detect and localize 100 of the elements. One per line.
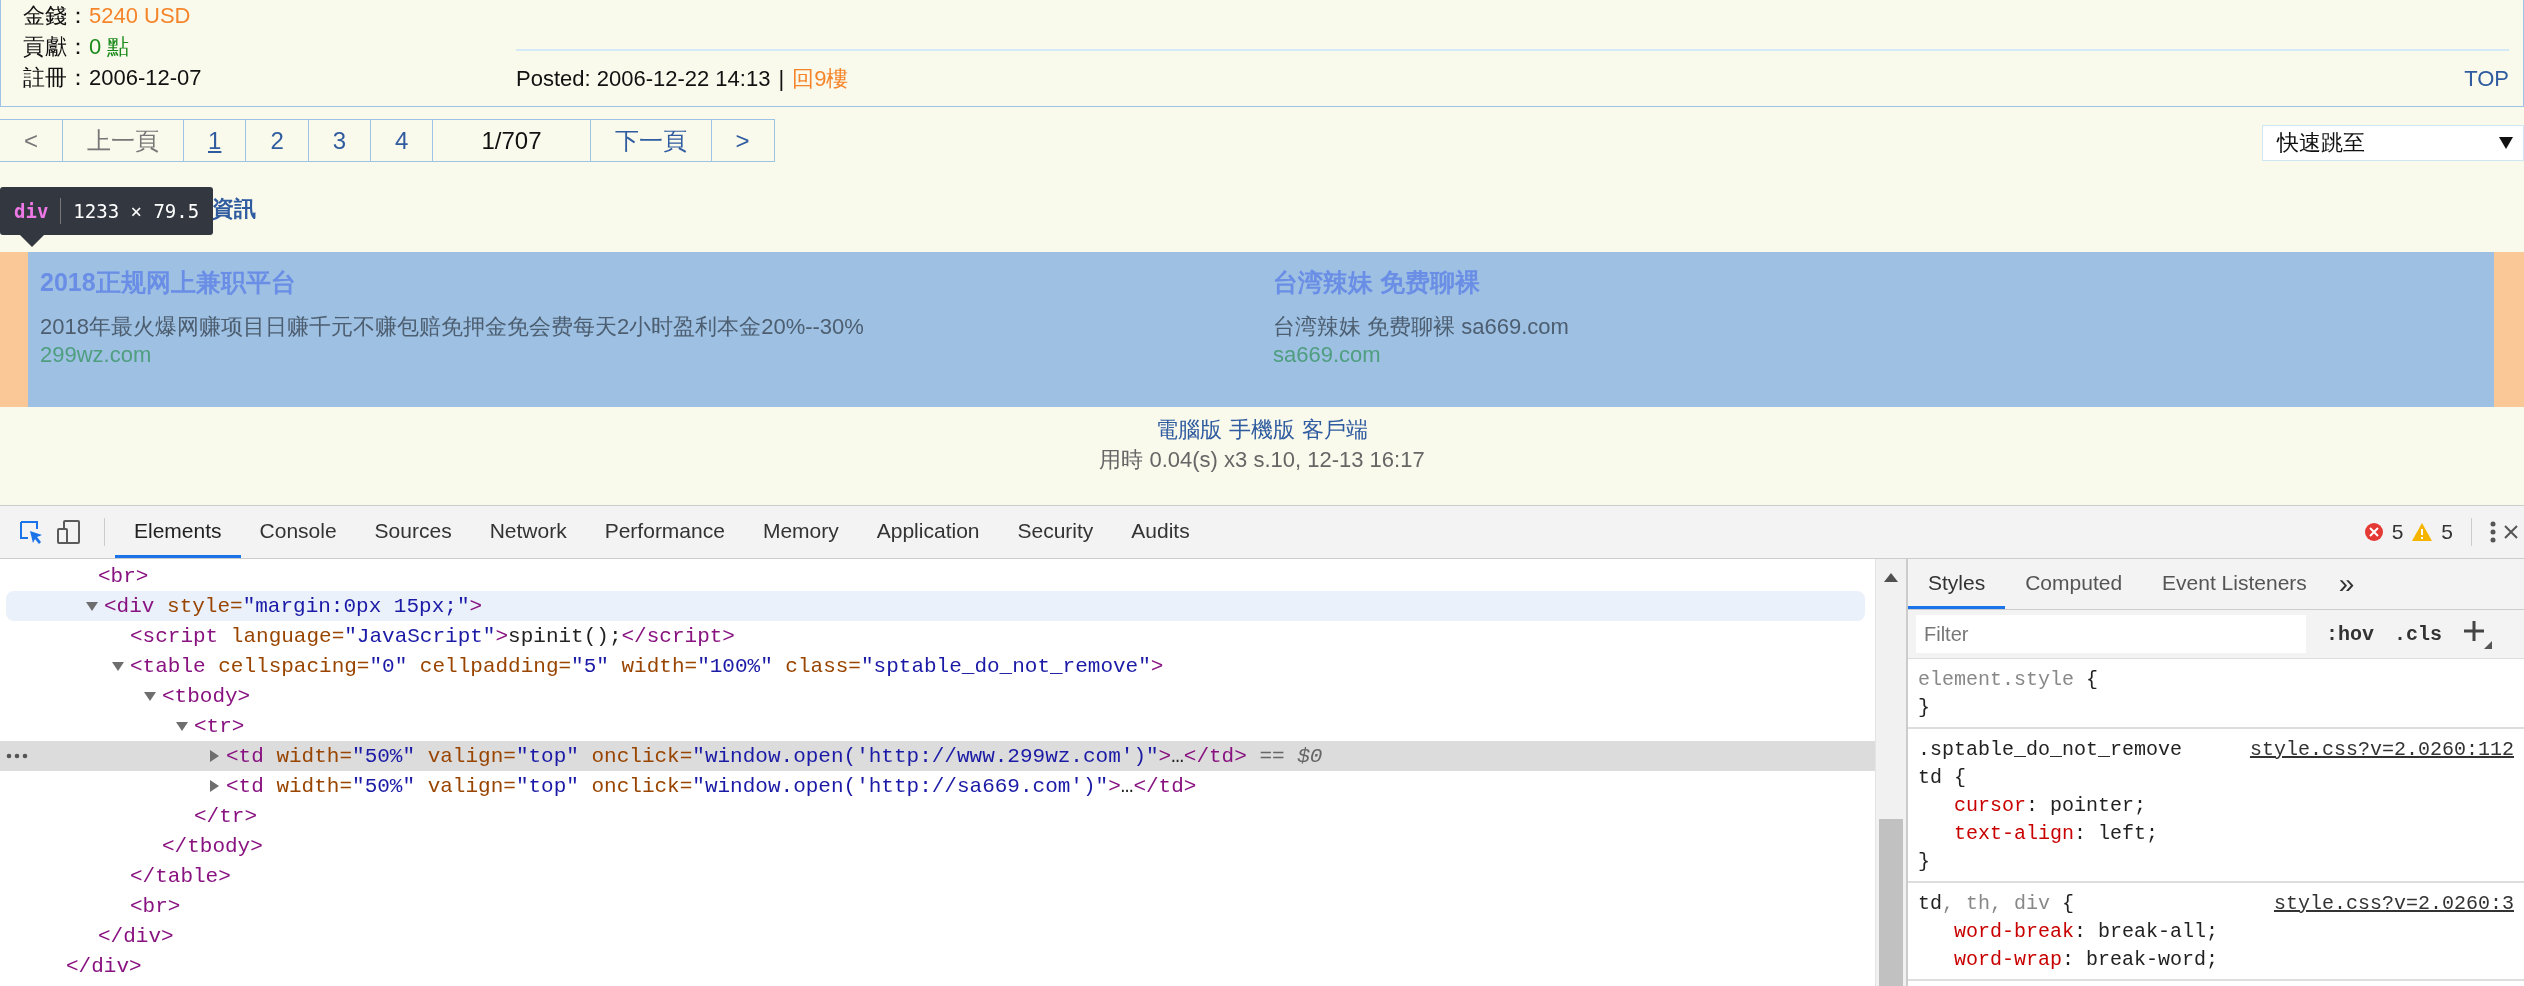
add-rule-icon[interactable] [2462,619,2493,649]
dom-tree-row[interactable]: <td width="50%" valign="top" onclick="window.open('http://www.299wz.com')">…</td> == $0 [0,741,1875,771]
page-link[interactable]: 4 [370,119,434,162]
ellipsis-icon[interactable] [6,753,28,759]
dom-tree-row[interactable]: <td width="50%" valign="top" onclick="window.open('http://sa669.com')">…</td> [0,771,1865,801]
expand-triangle-icon[interactable] [144,690,156,702]
pager-nav-link[interactable]: 下一頁 [589,119,712,162]
css-declaration: text-align: left; [1953,820,2160,847]
page-count[interactable]: 1/707 [432,119,591,162]
footer-link[interactable]: 電腦版 [1156,415,1222,445]
css-declaration: word-break: break-all; [1953,918,2220,945]
info-value: 5240 USD [89,2,191,30]
devtools-tab[interactable]: Security [998,506,1113,558]
quick-jump-select[interactable]: 快速跳至 [2262,125,2524,161]
info-label: 註冊： [23,64,89,92]
filter-field[interactable]: Filter [1916,615,2306,653]
dom-node-line: </tr> [194,804,257,828]
more-tabs-button[interactable]: » [2326,559,2367,609]
css-declaration: cursor: pointer; [1953,792,2148,819]
devtools-tab[interactable]: Audits [1112,506,1209,558]
ad-description: 2018年最火爆网赚项目日赚千元不赚包赔免押金免会费每天2小时盈利本金20%--30% [40,313,864,341]
page-link[interactable]: 3 [307,119,372,162]
tooltip-tag: div [14,200,49,222]
devtools-tab[interactable]: Application [857,506,999,558]
pager-nav-link[interactable]: > [710,119,775,162]
dom-tree-row[interactable]: <tr> [0,711,1865,741]
dom-node-line: </div> [66,954,142,978]
section-heading: 資訊 [212,195,256,223]
css-selector: td { [1918,765,1966,789]
styles-tab[interactable]: Computed [2005,559,2143,609]
separator-text: | [778,65,785,92]
dom-node-line: <br> [130,894,181,918]
css-selector: .sptable_do_not_remove [1918,737,2183,761]
dom-tree-row[interactable]: </div> [0,921,1865,951]
dom-tree-row[interactable]: <br> [0,561,1865,591]
close-icon[interactable] [2504,524,2518,540]
closing-brace: } [1918,695,1930,719]
scroll-up-icon[interactable] [1884,573,1898,582]
devtools-tab[interactable]: Sources [355,506,471,558]
inspect-element-icon[interactable] [18,519,44,545]
dom-tree-row[interactable]: <table cellspacing="0" cellpadding="5" width="100%" class="sptable_do_not_remove"> [0,651,1865,681]
expand-triangle-icon[interactable] [208,780,220,792]
devtools-tab[interactable]: Network [470,506,586,558]
warning-count[interactable]: 5 [2441,520,2453,544]
more-options-icon[interactable] [2490,521,2496,543]
dom-tree-row[interactable]: <div style="margin:0px 15px;"> [6,591,1865,621]
hover-state-toggle[interactable]: :hov [2326,622,2374,646]
devtools-tab[interactable]: Elements [115,506,241,558]
dom-node-line: </tbody> [162,834,263,858]
scrollbar[interactable] [1875,559,1906,986]
dropdown-caret-icon [2499,137,2513,149]
dom-tree-row[interactable]: </tbody> [0,831,1865,861]
dom-tree-row[interactable]: <script language="JavaScript">spinit();</script> [0,621,1865,651]
ad-description: 台湾辣妹 免费聊裸 sa669.com [1273,313,1569,341]
dom-node-line: <tr> [194,714,245,738]
expand-triangle-icon[interactable] [86,600,98,612]
dom-tree-row[interactable]: </table> [0,861,1865,891]
footer-link[interactable]: 手機版 [1229,415,1295,445]
expand-triangle-icon[interactable] [112,660,124,672]
tooltip-size: 1233 × 79.5 [73,200,200,222]
closing-brace: } [1918,849,1930,873]
info-value: 0 點 [89,33,130,61]
footer-link[interactable]: 客戶端 [1302,415,1368,445]
top-link[interactable]: TOP [2464,65,2509,92]
css-declaration: word-wrap: break-word; [1953,946,2220,973]
dom-node-line: <br> [98,564,149,588]
expand-triangle-icon[interactable] [176,720,188,732]
page-link[interactable]: 1 [183,119,247,162]
error-count[interactable]: 5 [2391,520,2404,544]
dom-tree-row[interactable]: </tr> [0,801,1865,831]
dom-node-line: <td width="50%" valign="top" onclick="window.open('http://sa669.com')">…</td> [226,774,1197,798]
dom-node-line: <script language="JavaScript">spinit();</script> [130,624,735,648]
dom-tree-row[interactable]: <br> [0,891,1865,921]
info-label: 貢獻： [23,33,89,61]
error-icon [2363,522,2384,542]
devtools-tab[interactable]: Console [240,506,356,558]
dom-node-line: <div style="margin:0px 15px;"> [104,594,483,618]
dom-node-line: <table cellspacing="0" cellpadding="5" width="100%" class="sptable_do_not_remove"> [130,654,1164,678]
stylesheet-link[interactable]: style.css?v=2.0260:112 [2249,737,2514,761]
scrollbar-thumb[interactable] [1879,819,1903,986]
dom-tree-row[interactable]: </div> [0,951,1865,981]
devtools-tab[interactable]: Memory [743,506,858,558]
stylesheet-link[interactable]: style.css?v=2.0260:3 [2273,891,2514,915]
posted-date: Posted: 2006-12-22 14:13 [516,65,771,92]
device-toolbar-icon[interactable] [56,519,82,545]
dom-node-line: <tbody> [162,684,251,708]
page-link[interactable]: 2 [245,119,309,162]
page-stats: 用時 0.04(s) x3 s.10, 12-13 16:17 [1099,446,1425,474]
info-value: 2006-12-07 [89,64,202,92]
dom-node-line: </div> [98,924,174,948]
dom-tree-row[interactable]: <tbody> [0,681,1865,711]
devtools-tab[interactable]: Performance [585,506,744,558]
css-selector: element.style { [1918,667,2099,691]
css-selector: td, th, div { [1918,891,2075,915]
dom-node-line: </table> [130,864,231,888]
dom-node-line: <td width="50%" valign="top" onclick="window.open('http://www.299wz.com')">…</td> == $0 [226,744,1323,768]
warning-icon [2411,522,2434,542]
expand-triangle-icon[interactable] [208,750,220,762]
class-toggle[interactable]: .cls [2394,622,2443,646]
styles-tab[interactable]: Event Listeners [2142,559,2327,609]
